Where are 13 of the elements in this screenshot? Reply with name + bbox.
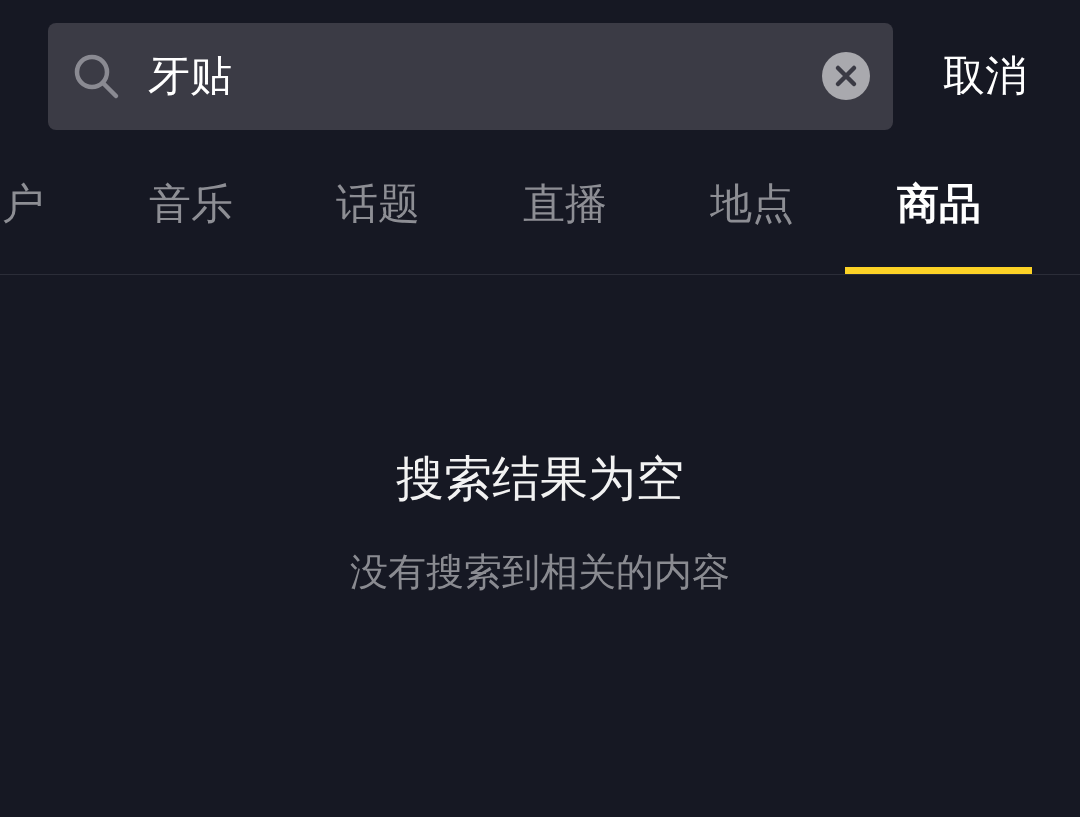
search-icon	[72, 52, 120, 100]
search-field[interactable]: 牙贴	[48, 22, 893, 130]
tab[interactable]: 直播	[471, 130, 658, 274]
cancel-button[interactable]: 取消	[943, 48, 1027, 104]
empty-message: 没有搜索到相关的内容	[350, 549, 730, 596]
tab[interactable]: 地点	[658, 130, 845, 274]
search-input[interactable]: 牙贴	[148, 51, 822, 101]
tab[interactable]: 户	[0, 130, 97, 274]
clear-button[interactable]	[822, 52, 870, 100]
empty-title: 搜索结果为空	[396, 449, 684, 508]
tab[interactable]: 话题	[284, 130, 471, 274]
tab[interactable]: 音乐	[97, 130, 284, 274]
tab[interactable]: 商品	[845, 130, 1032, 274]
